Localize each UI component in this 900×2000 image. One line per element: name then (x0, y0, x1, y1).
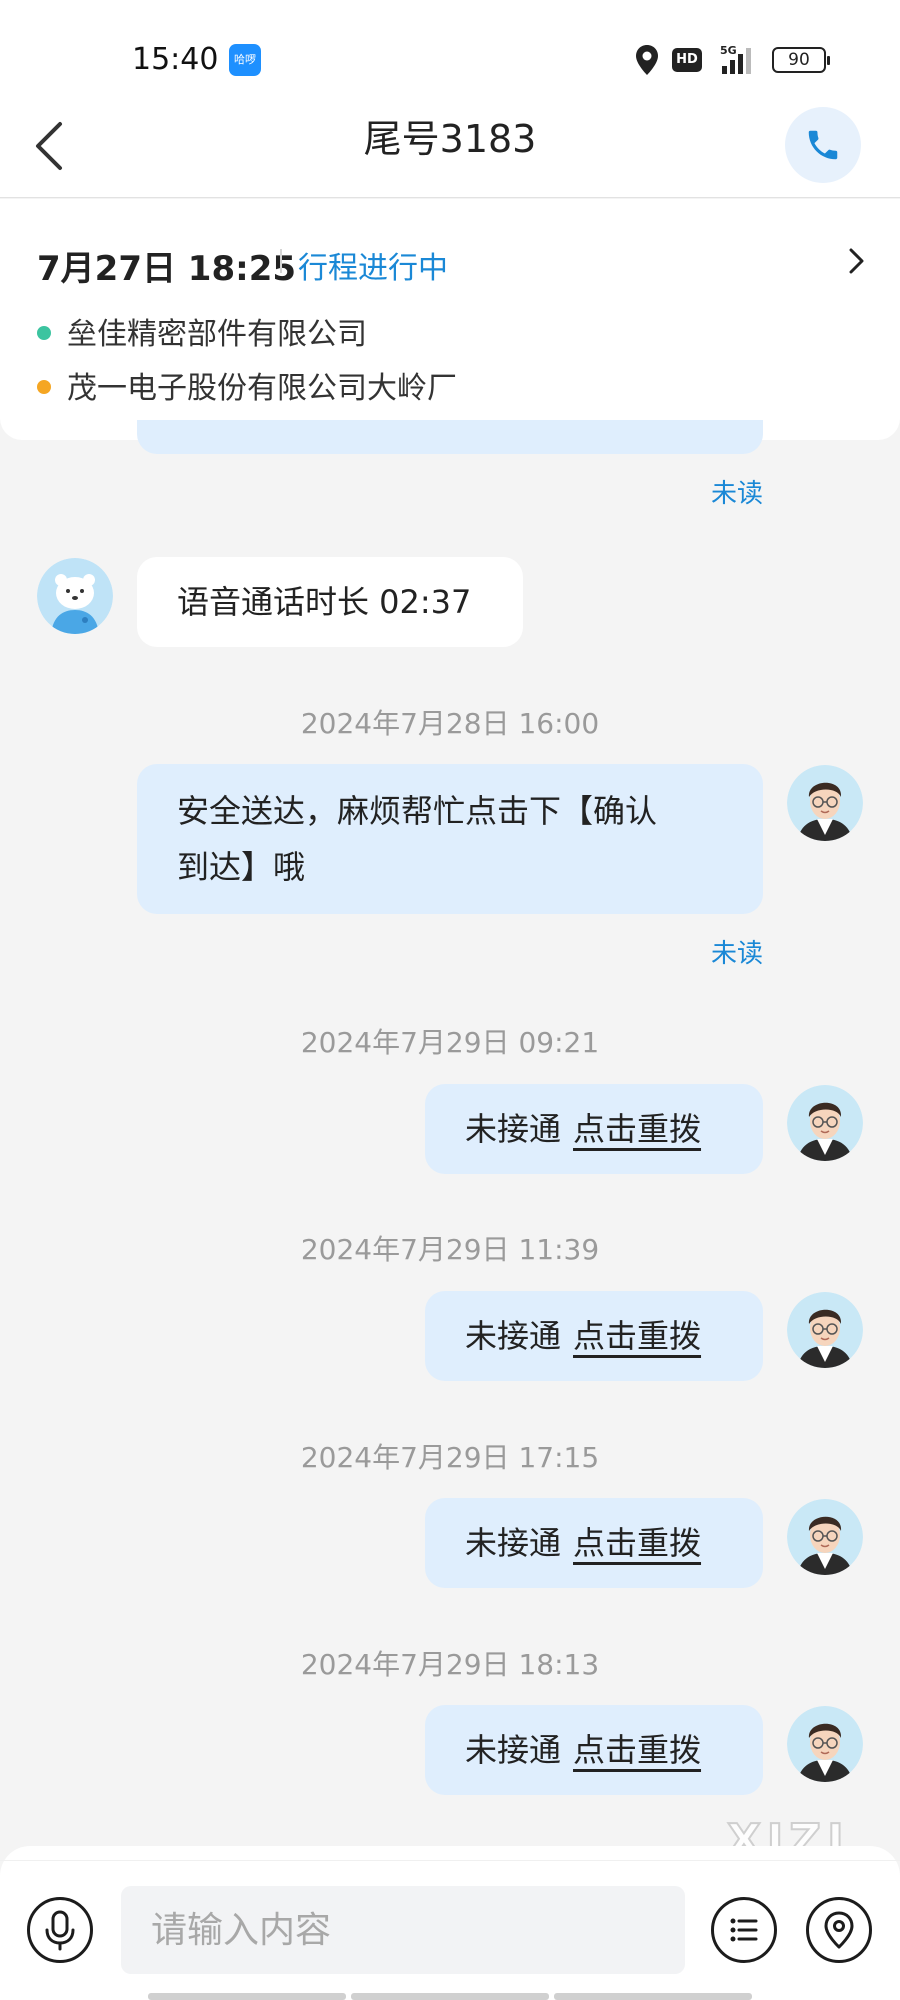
missed-call-text: 未接通 (465, 1110, 562, 1148)
redial-link[interactable]: 点击重拨 (573, 1317, 701, 1355)
page-title: 尾号3183 (363, 117, 537, 161)
missed-call-text: 未接通 (465, 1524, 562, 1562)
list-icon (730, 1918, 758, 1942)
phone-icon (808, 130, 838, 160)
missed-call-text: 未接通 (465, 1731, 562, 1769)
dropoff-text: 茂一电子股份有限公司大岭厂 (67, 371, 457, 406)
arrival-request-message[interactable]: 安全送达，麻烦帮忙点击下【确认 到达】哦 (137, 764, 763, 914)
call-duration-message[interactable]: 语音通话时长 02:37 (137, 557, 523, 647)
dropoff-dot-icon (37, 379, 51, 394)
home-indicator (351, 1993, 549, 2000)
hd-icon: HD (672, 48, 702, 72)
message-text-line: 安全送达，麻烦帮忙点击下【确认 (177, 792, 658, 830)
timestamp: 2024年7月29日 18:13 (300, 1648, 600, 1681)
home-indicator (554, 1993, 752, 2000)
previous-message-bubble (137, 420, 763, 454)
pickup-text: 垒佳精密部件有限公司 (67, 317, 367, 352)
voice-input-button[interactable] (27, 1897, 93, 1963)
man-with-glasses-avatar[interactable] (787, 1706, 863, 1782)
call-button[interactable] (785, 107, 861, 183)
timestamp: 2024年7月28日 16:00 (300, 707, 600, 740)
timestamp: 2024年7月29日 09:21 (300, 1026, 600, 1059)
missed-call-message: 未接通 点击重拨 (425, 1705, 763, 1795)
trip-card[interactable]: 7月27日 18:25 行程进行中 垒佳精密部件有限公司 茂一电子股份有限公司大… (0, 199, 900, 440)
missed-call-message: 未接通 点击重拨 (425, 1291, 763, 1381)
missed-call-text: 未接通 (465, 1317, 562, 1355)
man-with-glasses-avatar[interactable] (787, 1499, 863, 1575)
status-time: 15:40 (132, 42, 219, 77)
microphone-icon (45, 1910, 75, 1951)
chevron-right-icon[interactable] (846, 246, 868, 276)
home-indicator (148, 1993, 346, 2000)
trip-status: 行程进行中 (298, 251, 448, 286)
message-text-line: 到达】哦 (177, 848, 306, 886)
unread-label: 未读 (710, 479, 763, 509)
unread-label: 未读 (710, 939, 763, 969)
divider (0, 1860, 900, 1861)
message-input[interactable] (121, 1886, 685, 1974)
redial-link[interactable]: 点击重拨 (573, 1110, 701, 1148)
man-with-glasses-avatar[interactable] (787, 1085, 863, 1161)
missed-call-message: 未接通 点击重拨 (425, 1498, 763, 1588)
man-with-glasses-avatar[interactable] (787, 1292, 863, 1368)
divider (280, 249, 282, 273)
dropoff-location: 茂一电子股份有限公司大岭厂 (37, 363, 457, 407)
send-location-button[interactable] (806, 1897, 872, 1963)
redial-link[interactable]: 点击重拨 (573, 1524, 701, 1562)
pickup-dot-icon (37, 325, 51, 340)
input-bar (0, 1846, 900, 2000)
chat-header: 尾号3183 (0, 100, 900, 198)
timestamp: 2024年7月29日 17:15 (300, 1441, 600, 1474)
call-duration-text: 语音通话时长 02:37 (177, 583, 472, 621)
location-pin-icon (824, 1911, 854, 1949)
trip-datetime: 7月27日 18:25 (37, 249, 297, 289)
man-with-glasses-avatar[interactable] (787, 765, 863, 841)
svg-text:5G: 5G (720, 44, 737, 57)
redial-link[interactable]: 点击重拨 (573, 1731, 701, 1769)
battery-icon: 90 (772, 47, 830, 73)
pickup-location: 垒佳精密部件有限公司 (37, 309, 367, 353)
signal-icon: 5G (720, 44, 751, 74)
polar-bear-avatar[interactable] (37, 558, 113, 634)
app-badge-icon: 哈啰 (229, 44, 261, 76)
location-status-icon (636, 45, 658, 75)
missed-call-message: 未接通 点击重拨 (425, 1084, 763, 1174)
menu-button[interactable] (711, 1897, 777, 1963)
timestamp: 2024年7月29日 11:39 (300, 1233, 600, 1266)
